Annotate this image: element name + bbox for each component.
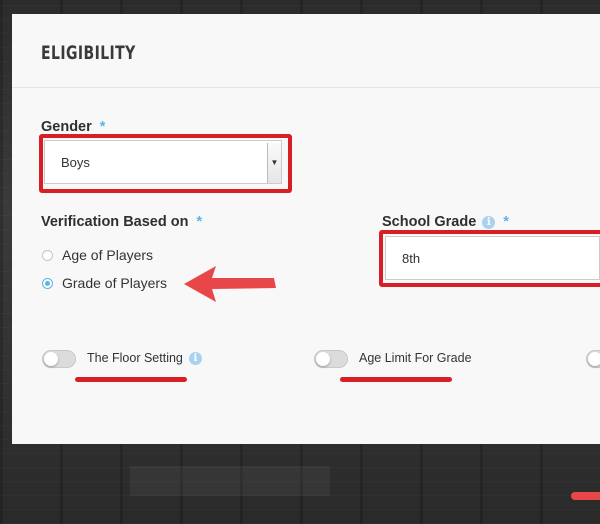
radio-button-checked[interactable]	[42, 278, 53, 289]
floor-setting-toggle[interactable]	[42, 350, 76, 368]
underline-annotation	[75, 377, 187, 382]
info-icon[interactable]: i	[482, 216, 496, 229]
radio-age-of-players[interactable]: Age of Players	[42, 247, 153, 263]
background-panel	[130, 466, 330, 496]
required-mark: *	[99, 119, 106, 135]
school-grade-label: School Grade i *	[382, 214, 509, 230]
required-mark: *	[196, 214, 203, 230]
verification-label: Verification Based on *	[41, 214, 203, 230]
highlight-box	[379, 230, 600, 287]
required-mark: *	[503, 214, 509, 230]
info-icon[interactable]: i	[188, 352, 202, 365]
left-arrow-icon	[184, 266, 276, 302]
age-limit-label: Age Limit For Grade	[359, 351, 472, 365]
section-title: ELIGIBILITY	[41, 42, 136, 64]
gender-label: Gender *	[41, 119, 106, 135]
bottom-red-bar	[571, 492, 600, 500]
underline-annotation	[340, 377, 452, 382]
card-header: ELIGIBILITY	[12, 14, 600, 88]
radio-button[interactable]	[42, 250, 53, 261]
third-toggle[interactable]	[586, 350, 600, 368]
highlight-box	[39, 134, 292, 193]
age-limit-toggle[interactable]	[314, 350, 348, 368]
radio-grade-of-players[interactable]: Grade of Players	[42, 275, 167, 291]
floor-setting-label: The Floor Setting i	[87, 351, 202, 365]
